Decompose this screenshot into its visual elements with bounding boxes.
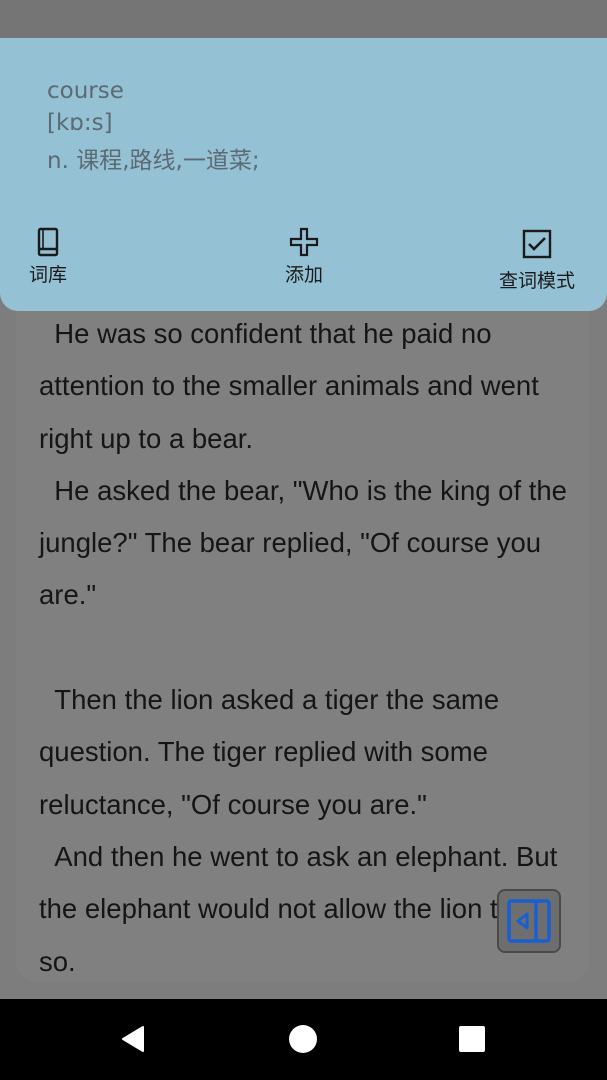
plus-icon xyxy=(289,227,319,257)
home-icon xyxy=(289,1025,317,1053)
story-paragraph: He was so confident that he paid no atte… xyxy=(39,318,547,454)
book-icon xyxy=(37,227,59,257)
side-panel-toggle-button[interactable] xyxy=(497,889,561,953)
add-word-label: 添加 xyxy=(284,264,323,286)
word-library-button[interactable]: 词库 xyxy=(24,226,72,287)
system-navigation-bar xyxy=(0,999,607,1080)
lookup-mode-label: 查词模式 xyxy=(498,270,575,292)
story-paragraph: Then the lion asked a tiger the same que… xyxy=(39,684,507,820)
back-button[interactable] xyxy=(114,1019,154,1059)
reader-content-card: He was so confident that he paid no atte… xyxy=(16,240,590,982)
word-definition: n. 课程,路线,一道菜; xyxy=(47,148,260,174)
home-button[interactable] xyxy=(283,1019,323,1059)
checkbox-checked-icon xyxy=(522,229,552,259)
recents-button[interactable] xyxy=(452,1019,492,1059)
back-icon xyxy=(122,1026,144,1052)
story-paragraph: He asked the bear, "Who is the king of t… xyxy=(39,474,575,611)
status-bar xyxy=(0,0,607,38)
recents-icon xyxy=(459,1026,485,1052)
dictionary-popup: course [kɒ:s] n. 课程,路线,一道菜; 词库 添加 查词模式 xyxy=(0,38,607,311)
lookup-word: course xyxy=(47,78,124,104)
add-word-button[interactable]: 添加 xyxy=(278,226,330,287)
lookup-mode-toggle[interactable]: 查词模式 xyxy=(492,228,582,293)
story-paragraph-blank xyxy=(39,622,584,674)
panel-collapse-icon xyxy=(507,899,551,943)
phonetic-transcription: [kɒ:s] xyxy=(47,110,113,136)
story-text: He was so confident that he paid no atte… xyxy=(39,308,584,982)
word-library-label: 词库 xyxy=(28,264,67,286)
